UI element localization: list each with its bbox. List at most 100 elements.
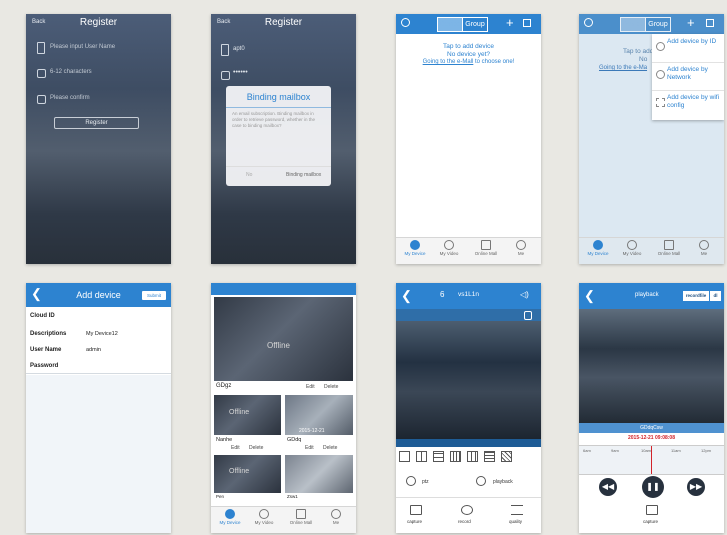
username-input[interactable]: apt0 [233, 46, 245, 52]
six-view-icon[interactable] [433, 451, 444, 462]
capture-icon[interactable] [646, 505, 658, 515]
back-chevron-icon[interactable]: ❮ [401, 288, 412, 304]
add-device-menu-screen: Device Group + Tap to add No Going to th… [579, 14, 724, 264]
lock-icon [221, 71, 230, 80]
edit-button[interactable]: Edit [305, 445, 314, 451]
tab-online-mall[interactable]: Online Mall [286, 509, 316, 525]
device-list-empty-screen: Device Group + Tap to add device No devi… [396, 14, 541, 264]
tab-my-device[interactable]: My Device [400, 240, 430, 256]
tab-my-video[interactable]: My Video [617, 240, 647, 256]
delete-button[interactable]: Delete [324, 384, 338, 390]
delete-button[interactable]: Delete [323, 445, 337, 451]
playback-icon[interactable] [476, 476, 486, 486]
add-icon[interactable]: + [687, 15, 695, 30]
cart-icon [481, 240, 491, 250]
binding-dialog: Binding mailbox An email subscription. B… [226, 86, 331, 186]
dialog-ok-button[interactable]: Binding mailbox [286, 172, 321, 178]
page-title: Register [264, 17, 303, 28]
cart-icon [296, 509, 306, 519]
username-input[interactable]: Please input User Name [50, 44, 115, 50]
grid-icon[interactable] [706, 19, 714, 27]
tab-group[interactable]: Group [645, 17, 671, 32]
tab-my-video[interactable]: My Video [249, 509, 279, 525]
device-thumbnail[interactable] [214, 297, 353, 381]
tab-my-video[interactable]: My Video [434, 240, 464, 256]
play-icon [627, 240, 637, 250]
grid-icon[interactable] [523, 19, 531, 27]
live-video[interactable] [396, 321, 541, 439]
refresh-icon[interactable] [401, 18, 410, 27]
timeline-tick-label: 10am [641, 448, 652, 453]
tab-group[interactable]: Group [462, 17, 488, 32]
capture-button[interactable]: capture [407, 519, 422, 524]
rewind-button[interactable]: ◀◀ [599, 478, 617, 496]
single-view-icon[interactable] [399, 451, 410, 462]
speaker-icon[interactable]: ◁) [520, 290, 529, 299]
user-name-label: User Name [30, 347, 62, 353]
emall-link[interactable]: Going to the e-Ma [599, 65, 647, 71]
tab-my-device[interactable]: My Device [215, 509, 245, 525]
delete-button[interactable]: Delete [249, 445, 263, 451]
menu-item-add-by-id[interactable]: Add device by ID [667, 38, 723, 46]
download-button[interactable]: dl [710, 291, 721, 301]
lock-icon[interactable] [524, 311, 532, 320]
tab-my-device[interactable]: My Device [583, 240, 613, 256]
page-title: Register [79, 17, 118, 28]
quality-button[interactable]: quality [509, 519, 522, 524]
password-input[interactable]: •••••• [233, 69, 248, 76]
submit-button[interactable]: Submit [142, 291, 166, 300]
eight-view-icon[interactable] [450, 451, 461, 462]
empty-line-2: No [639, 56, 648, 63]
thirteen-view-icon[interactable] [484, 451, 495, 462]
dialog-cancel-button[interactable]: No [246, 172, 252, 178]
user-name-input[interactable]: admin [86, 347, 101, 353]
camera-icon [593, 240, 603, 250]
register-button[interactable]: Register [54, 117, 139, 129]
capture-icon[interactable] [410, 505, 422, 515]
back-chevron-icon[interactable]: ❮ [584, 288, 595, 304]
nine-view-icon[interactable] [467, 451, 478, 462]
playback-timestamp: 2015-12-21 09:08:08 [628, 435, 675, 441]
timeline[interactable]: 6am 9am 10am 11am 12pm [579, 445, 724, 475]
tab-online-mall[interactable]: Online Mall [654, 240, 684, 256]
confirm-input[interactable]: Please confirm [50, 95, 90, 101]
descriptions-input[interactable]: My Device12 [86, 331, 118, 337]
device-label: GDdqCsw [640, 425, 663, 431]
play-icon [444, 240, 454, 250]
fast-forward-button[interactable]: ▶▶ [687, 478, 705, 496]
tab-device[interactable]: Device [620, 17, 646, 32]
record-icon[interactable] [461, 505, 473, 515]
record-button[interactable]: record [458, 519, 471, 524]
ptz-icon[interactable] [406, 476, 416, 486]
record-file-button[interactable]: recordfile [683, 291, 709, 301]
timeline-tick-label: 12pm [701, 448, 712, 453]
emall-link[interactable]: Going to the e-Mall [423, 59, 474, 65]
edit-button[interactable]: Edit [306, 384, 315, 390]
tab-me[interactable]: Me [321, 509, 351, 525]
device-thumbnail[interactable] [285, 455, 353, 493]
password-input[interactable]: 6-12 characters [50, 69, 92, 75]
edit-button[interactable]: Edit [231, 445, 240, 451]
quad-view-icon[interactable] [416, 451, 427, 462]
playback-button[interactable]: playback [493, 479, 513, 485]
cloud-id-label: Cloud ID [30, 313, 55, 319]
tab-me[interactable]: Me [506, 240, 536, 256]
ptz-button[interactable]: ptz [422, 479, 429, 485]
tab-device[interactable]: Device [437, 17, 463, 32]
sixteen-view-icon[interactable] [501, 451, 512, 462]
user-icon [37, 42, 45, 54]
pause-button[interactable]: ❚❚ [642, 476, 664, 498]
refresh-icon[interactable] [584, 18, 593, 27]
capture-button[interactable]: capture [643, 519, 658, 524]
playback-video[interactable] [579, 309, 724, 423]
add-by-id-icon [656, 42, 665, 51]
toolbar-strip [396, 309, 541, 321]
add-icon[interactable]: + [506, 15, 514, 30]
menu-item-add-by-wifi[interactable]: Add device by wifi config [667, 94, 723, 110]
quality-icon[interactable] [511, 505, 523, 515]
tab-me[interactable]: Me [689, 240, 719, 256]
tab-online-mall[interactable]: Online Mall [471, 240, 501, 256]
menu-item-add-by-network[interactable]: Add device by Network [667, 66, 723, 82]
device-name: Pen [216, 494, 225, 499]
lock-icon [37, 69, 46, 78]
